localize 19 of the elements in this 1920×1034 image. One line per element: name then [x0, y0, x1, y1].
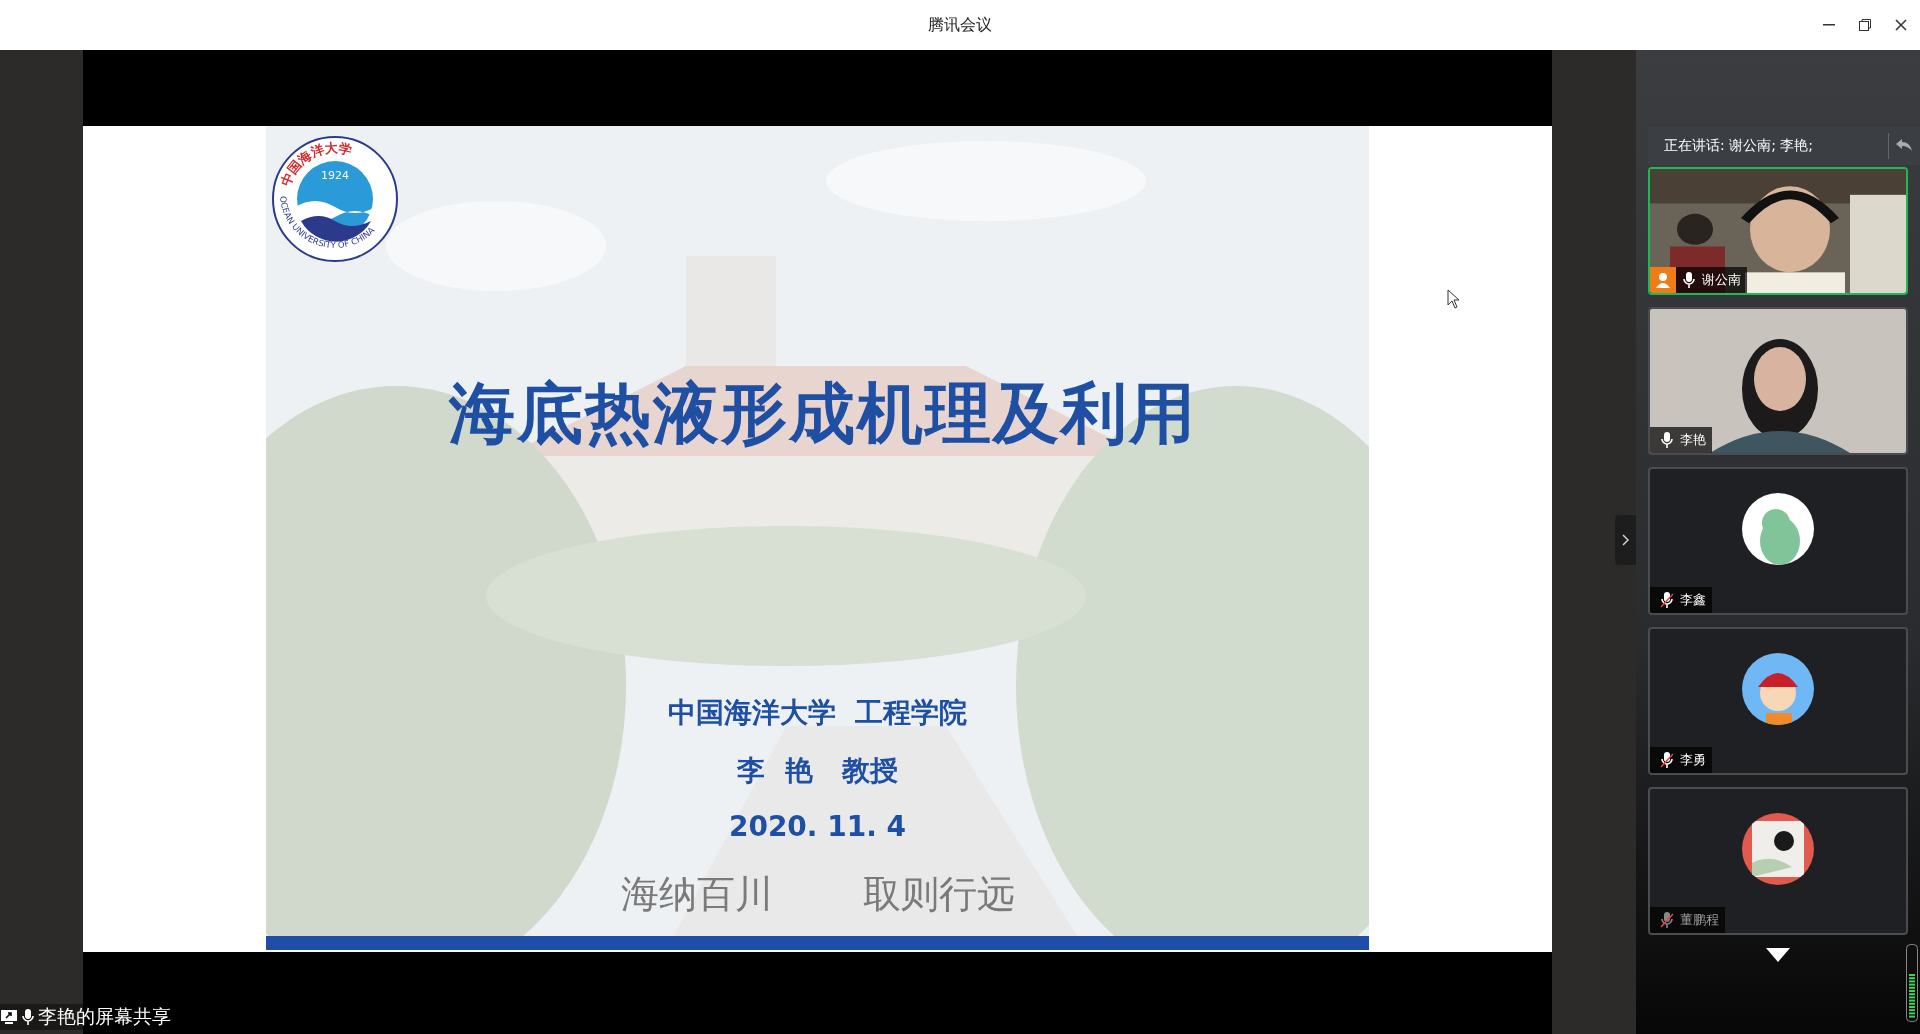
window-title: 腾讯会议	[928, 14, 992, 36]
speaking-text: 正在讲话: 谢公南; 李艳;	[1664, 137, 1814, 155]
participant-name: 董鹏程	[1680, 911, 1719, 929]
slide-motto: 海纳百川	[620, 871, 773, 918]
participant-tile[interactable]: 谢公南	[1648, 167, 1908, 295]
slide-motto: 取则行远	[862, 871, 1015, 918]
slide-affiliation: 中国海洋大学 工程学院	[667, 695, 968, 731]
participant-tile[interactable]: 董鹏程	[1648, 787, 1908, 935]
participant-name: 谢公南	[1702, 271, 1741, 289]
participant-name: 李鑫	[1680, 591, 1706, 609]
participant-name: 李艳	[1680, 431, 1706, 449]
participant-tile[interactable]: 李艳	[1648, 307, 1908, 455]
slide-presenter: 李 艳 教授	[737, 753, 898, 789]
screen-share-text: 李艳的屏幕共享	[38, 1004, 171, 1029]
participant-tile[interactable]: 李鑫	[1648, 467, 1908, 615]
participant-name: 李勇	[1680, 751, 1706, 769]
participant-tile[interactable]: 李勇	[1648, 627, 1908, 775]
slide-title: 海底热液形成机理及利用	[448, 374, 1197, 454]
slide-date: 2020. 11. 4	[728, 810, 907, 843]
